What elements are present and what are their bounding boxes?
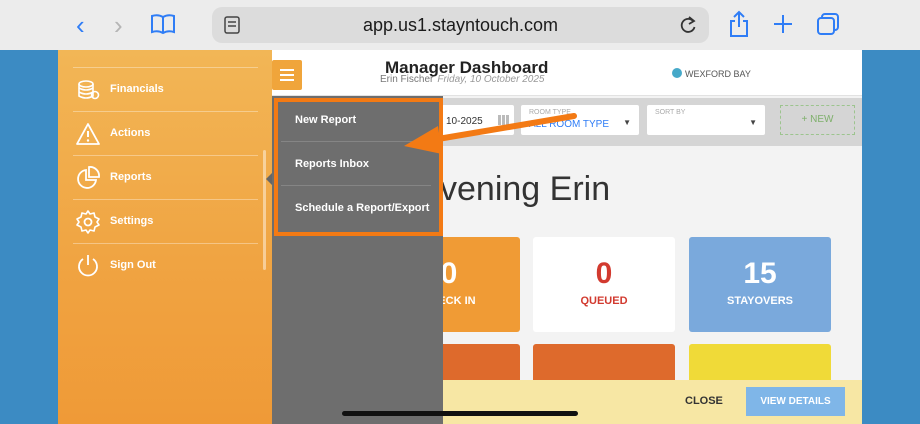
hotel-name[interactable]: WEXFORD BAY (672, 68, 751, 79)
gear-icon (76, 210, 100, 234)
dashboard-header: Manager Dashboard Erin Fischer Friday, 10… (272, 50, 862, 96)
sidebar-item-sign-out[interactable]: Sign Out (73, 244, 258, 288)
caret-down-icon: ▼ (623, 118, 631, 127)
business-date: Friday, 10 October 2025 (437, 74, 545, 85)
reload-icon[interactable] (679, 15, 697, 35)
app-frame: Manager Dashboard Erin Fischer Friday, 10… (58, 50, 862, 424)
home-indicator (342, 411, 578, 416)
view-details-button[interactable]: VIEW DETAILS (746, 387, 845, 416)
coins-icon (78, 80, 100, 100)
date-filter[interactable]: 10-2025 (442, 105, 514, 135)
sidebar-item-label: Settings (110, 215, 154, 227)
sidebar-scrollbar[interactable] (263, 150, 266, 270)
power-icon (78, 255, 98, 277)
stayovers-tile[interactable]: 15 STAYOVERS (689, 237, 831, 332)
sidebar-item-settings[interactable]: Settings (73, 200, 258, 244)
hotel-logo-icon (672, 68, 682, 78)
share-icon[interactable] (728, 10, 750, 38)
bookmarks-icon[interactable] (150, 13, 176, 35)
new-button[interactable]: + NEW (780, 105, 855, 135)
caret-down-icon: ▼ (749, 118, 757, 127)
sidebar: Financials Actions Reports Settings Sign… (58, 50, 272, 424)
queued-tile[interactable]: 0 QUEUED (533, 237, 675, 332)
sidebar-item-reports[interactable]: Reports (73, 156, 258, 200)
annotation-highlight-box (274, 98, 443, 236)
back-icon[interactable]: ‹ (76, 11, 85, 39)
sidebar-item-label: Sign Out (110, 259, 156, 271)
user-name: Erin Fischer (380, 74, 434, 85)
greeting: vening Erin (440, 170, 611, 208)
user-subtitle: Erin Fischer Friday, 10 October 2025 (380, 74, 544, 85)
browser-toolbar: ‹ › app.us1.stayntouch.com (0, 0, 920, 50)
warning-icon (76, 123, 100, 145)
calendar-icon (498, 115, 510, 125)
sidebar-item-actions[interactable]: Actions (73, 112, 258, 156)
forward-icon[interactable]: › (114, 11, 123, 39)
url-text: app.us1.stayntouch.com (362, 15, 559, 35)
pie-chart-icon (77, 166, 100, 189)
plus-icon[interactable] (772, 13, 794, 35)
sidebar-item-label: Financials (110, 83, 164, 95)
sidebar-item-label: Actions (110, 127, 151, 139)
sidebar-item-financials[interactable]: Financials (73, 68, 258, 112)
sort-by-select[interactable]: SORT BY ▼ (647, 105, 765, 135)
sidebar-item-label: Reports (110, 171, 152, 183)
room-type-select[interactable]: ROOM TYPE ALL ROOM TYPE ▼ (521, 105, 639, 135)
close-button[interactable]: CLOSE (685, 395, 723, 407)
hamburger-menu-button[interactable] (272, 60, 302, 90)
tabs-icon[interactable] (816, 12, 840, 36)
address-bar[interactable]: app.us1.stayntouch.com (212, 7, 709, 43)
